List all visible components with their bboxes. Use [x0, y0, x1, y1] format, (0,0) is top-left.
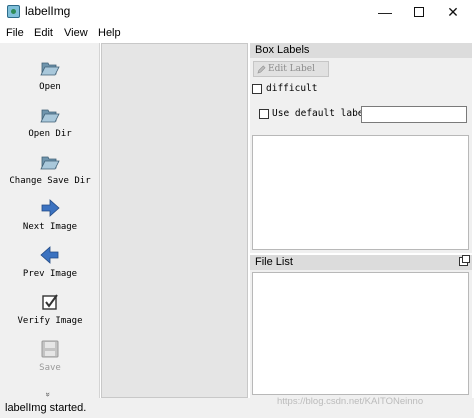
open-dir-button[interactable]: Open Dir: [0, 104, 100, 139]
difficult-label: difficult: [266, 83, 318, 94]
verify-image-button[interactable]: Verify Image: [0, 291, 100, 326]
next-image-label: Next Image: [22, 222, 78, 232]
minimize-icon: —: [378, 4, 392, 20]
file-list-dock: File List: [250, 255, 472, 398]
file-list-title: File List: [250, 255, 472, 270]
edit-label-button[interactable]: Edit Label: [253, 61, 329, 77]
change-save-dir-label: Change Save Dir: [9, 176, 91, 186]
close-button[interactable]: ✕: [436, 0, 470, 24]
float-dock-icon[interactable]: [459, 255, 470, 266]
toolbar-extension-icon[interactable]: »: [44, 392, 53, 396]
use-default-label-text: Use default label: [272, 108, 370, 119]
file-list-title-text: File List: [255, 256, 293, 268]
save-button[interactable]: Save: [0, 338, 100, 373]
menu-help[interactable]: Help: [98, 27, 121, 39]
checkbox-checked-icon: [42, 294, 58, 310]
arrow-left-icon: [40, 246, 59, 264]
image-canvas[interactable]: [101, 43, 248, 398]
box-labels-dock: Box Labels Edit Label difficult Use defa…: [250, 43, 472, 253]
title-bar: labelImg — ✕: [0, 0, 474, 24]
maximize-icon: [414, 7, 424, 18]
box-labels-title: Box Labels: [250, 43, 472, 58]
menu-edit[interactable]: Edit: [34, 27, 53, 39]
next-image-button[interactable]: Next Image: [0, 197, 100, 232]
file-list[interactable]: [252, 272, 469, 395]
floppy-disk-icon: [41, 340, 59, 358]
arrow-right-icon: [41, 199, 60, 217]
edit-label-text: Edit Label: [268, 64, 315, 74]
use-default-label-checkbox[interactable]: [259, 109, 269, 119]
menu-file[interactable]: File: [6, 27, 24, 39]
open-dir-label: Open Dir: [28, 129, 72, 139]
menu-view[interactable]: View: [64, 27, 88, 39]
box-labels-title-text: Box Labels: [255, 44, 310, 56]
open-button[interactable]: Open: [0, 57, 100, 92]
pencil-icon: [257, 65, 266, 74]
prev-image-button[interactable]: Prev Image: [0, 244, 100, 279]
minimize-button[interactable]: —: [368, 0, 402, 24]
folder-open-icon: [40, 156, 60, 170]
default-label-input[interactable]: [361, 106, 467, 123]
prev-image-label: Prev Image: [22, 269, 78, 279]
open-label: Open: [39, 82, 61, 92]
status-text: labelImg started.: [5, 402, 87, 414]
window-title: labelImg: [25, 4, 71, 18]
label-list[interactable]: [252, 135, 469, 250]
save-label: Save: [39, 363, 61, 373]
labelimg-app-icon: [7, 5, 20, 18]
change-save-dir-button[interactable]: Change Save Dir: [0, 151, 100, 186]
menu-bar: File Edit View Help: [0, 24, 474, 43]
difficult-checkbox[interactable]: [252, 84, 262, 94]
tool-bar: Open Open Dir Change Save Dir Next Image…: [0, 43, 100, 398]
verify-image-label: Verify Image: [17, 316, 83, 326]
watermark-text: https://blog.csdn.net/KAITONeinno: [277, 396, 424, 407]
close-icon: ✕: [447, 4, 459, 20]
maximize-button[interactable]: [402, 0, 436, 24]
folder-open-icon: [40, 109, 60, 123]
folder-open-icon: [40, 62, 60, 76]
